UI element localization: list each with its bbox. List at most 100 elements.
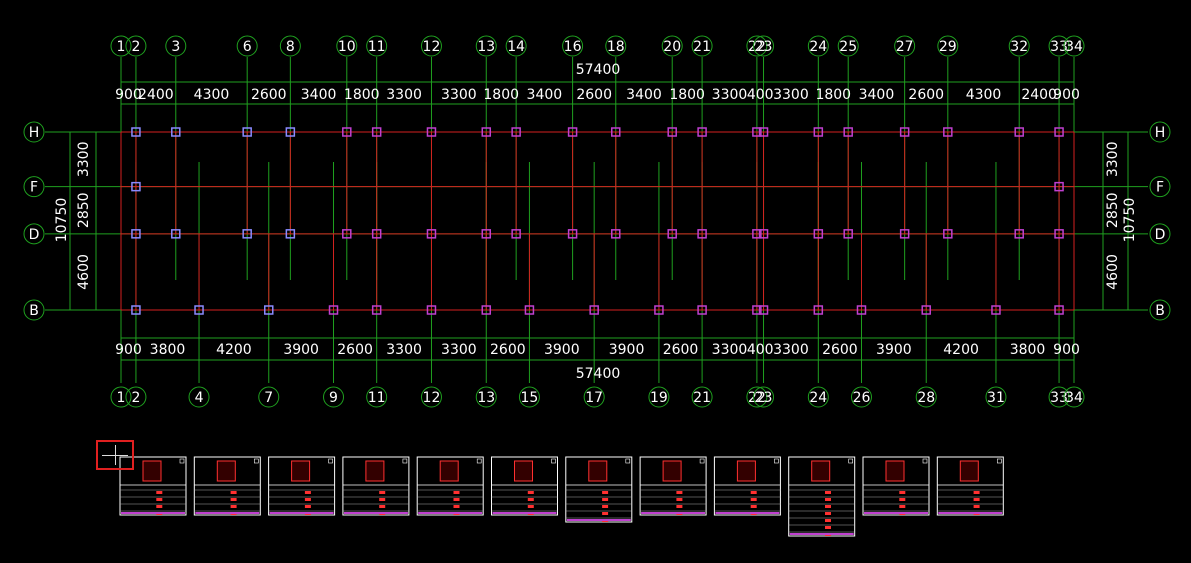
span-dimension-bottom_spans-5: 3300 — [386, 342, 422, 358]
axis-bubble-top-16-label: 16 — [564, 39, 582, 55]
sheet-table-mark — [156, 505, 163, 508]
axis-bubble-top-14-label: 14 — [507, 39, 525, 55]
sheet-section-drawing — [439, 460, 459, 482]
beam-layer — [120, 131, 1075, 311]
sheet-table-mark — [527, 505, 534, 508]
sheet-footer-bar — [269, 512, 334, 514]
axis-bubble-bottom-12-label: 12 — [423, 390, 441, 406]
sheet-table-mark — [602, 512, 609, 515]
sheet-thumbnail-12[interactable] — [936, 456, 1004, 516]
sheet-table-mark — [676, 498, 683, 501]
axis-bubble-top-23-label: 23 — [755, 39, 773, 55]
sheet-footer-bar — [566, 519, 631, 521]
sheet-table-mark — [825, 519, 831, 522]
sheet-thumbnail-3[interactable] — [268, 456, 336, 516]
sheet-section-drawing — [885, 460, 905, 482]
sheet-table-mark — [825, 505, 831, 508]
axis-bubble-bottom-34-label: 34 — [1065, 390, 1083, 406]
sheet-thumbnail-9[interactable] — [713, 456, 781, 516]
axis-bubble-top-18-label: 18 — [607, 39, 625, 55]
sheet-section-drawing — [736, 460, 756, 482]
axis-bubble-bottom-15-label: 15 — [521, 390, 539, 406]
axis-bubble-bottom-21-label: 21 — [693, 390, 711, 406]
sheet-footer-bar — [864, 512, 928, 514]
axis-grid — [45, 57, 1148, 383]
axis-bubble-top-11-label: 11 — [368, 39, 386, 55]
axis-bubble-bottom-31-label: 31 — [987, 390, 1005, 406]
overall-dimension-top: 57400 — [576, 62, 621, 78]
cad-drawing-canvas[interactable]: 57400 57400 10750 10750 9002400 4300 2600 3… — [0, 0, 1191, 563]
span-dimension-top_spans-14: 400 — [747, 87, 774, 103]
axis-bubble-bottom-9-label: 9 — [329, 390, 338, 406]
span-dimension-top_spans-21: 900 — [1053, 87, 1080, 103]
sheet-thumbnail-6[interactable] — [491, 456, 558, 516]
axis-bubble-bottom-13-label: 13 — [477, 390, 495, 406]
sheet-thumbnail-layer — [119, 456, 1004, 537]
sheet-table-mark — [230, 505, 237, 508]
span-dimension-bottom_spans-2: 4200 — [216, 342, 252, 358]
sheet-table-mark — [527, 498, 534, 501]
axis-bubble-top-12-label: 12 — [423, 39, 441, 55]
sheet-section-drawing — [291, 460, 311, 482]
sheet-thumbnail-11[interactable] — [862, 456, 930, 516]
span-dimension-top_spans-13: 3300 — [712, 87, 748, 103]
span-dimension-bottom_spans-7: 2600 — [490, 342, 526, 358]
sheet-table-mark — [527, 491, 534, 494]
span-dimension-bottom_spans-13: 3300 — [773, 342, 809, 358]
sheet-table-mark — [379, 498, 386, 501]
overall-dimension-bottom: 57400 — [576, 366, 621, 382]
sheet-section-drawing — [959, 460, 979, 482]
sheet-table-mark — [973, 491, 980, 494]
sheet-table-mark — [453, 498, 460, 501]
axis-bubble-left-H-label: H — [29, 125, 40, 141]
span-dimension-top_spans-20: 2400 — [1021, 87, 1057, 103]
sheet-section-drawing — [811, 460, 831, 482]
axis-bubble-bottom-24-label: 24 — [809, 390, 827, 406]
sheet-table-mark — [973, 505, 980, 508]
span-dimension-top_spans-7: 3300 — [441, 87, 477, 103]
sheet-section-drawing — [142, 460, 162, 482]
sheet-thumbnail-7[interactable] — [565, 456, 633, 523]
row-span-left-2: 4600 — [76, 254, 92, 290]
sheet-footer-bar — [492, 512, 557, 514]
dimension-layer: 57400 57400 10750 10750 9002400 4300 2600 3… — [54, 62, 1138, 382]
axis-bubble-bottom-1-label: 1 — [117, 390, 126, 406]
span-dimension-top_spans-17: 3400 — [859, 87, 895, 103]
axis-bubble-top-8-label: 8 — [286, 39, 295, 55]
sheet-thumbnail-2[interactable] — [193, 456, 261, 516]
sheet-thumbnail-4[interactable] — [342, 456, 410, 516]
sheet-table-mark — [676, 491, 683, 494]
sheet-table-mark — [304, 505, 311, 508]
sheet-footer-bar — [195, 512, 260, 514]
sheet-table-mark — [750, 505, 757, 508]
span-dimension-top_spans-2: 4300 — [194, 87, 230, 103]
span-dimension-top_spans-6: 3300 — [386, 87, 422, 103]
span-dimension-bottom_spans-16: 4200 — [943, 342, 979, 358]
axis-bubble-bottom-4-label: 4 — [195, 390, 204, 406]
sheet-table-mark — [825, 498, 831, 501]
sheet-table-mark — [750, 491, 757, 494]
sheet-table-mark — [156, 498, 163, 501]
span-dimension-bottom_spans-14: 2600 — [822, 342, 858, 358]
axis-bubble-left-D-label: D — [29, 227, 40, 243]
sheet-table-mark — [230, 498, 237, 501]
sheet-table-mark — [453, 505, 460, 508]
total-dimension-right: 10750 — [1122, 198, 1138, 243]
sheet-footer-bar — [121, 512, 185, 514]
sheet-table-mark — [825, 491, 831, 494]
sheet-thumbnail-5[interactable] — [416, 456, 484, 516]
total-dimension-left: 10750 — [54, 198, 70, 243]
span-dimension-bottom_spans-4: 2600 — [337, 342, 373, 358]
column-layer — [131, 127, 1064, 315]
sheet-table-mark — [825, 526, 831, 529]
axis-bubble-bottom-2-label: 2 — [131, 390, 140, 406]
axis-bubble-bottom-19-label: 19 — [650, 390, 668, 406]
sheet-thumbnail-8[interactable] — [639, 456, 707, 516]
span-dimension-top_spans-12: 1800 — [669, 87, 705, 103]
span-dimension-top_spans-1: 2400 — [138, 87, 174, 103]
sheet-footer-bar — [343, 512, 408, 514]
sheet-thumbnail-10[interactable] — [788, 456, 856, 537]
span-dimension-top_spans-11: 3400 — [626, 87, 662, 103]
axis-bubble-top-24-label: 24 — [809, 39, 827, 55]
sheet-footer-bar — [418, 512, 483, 514]
